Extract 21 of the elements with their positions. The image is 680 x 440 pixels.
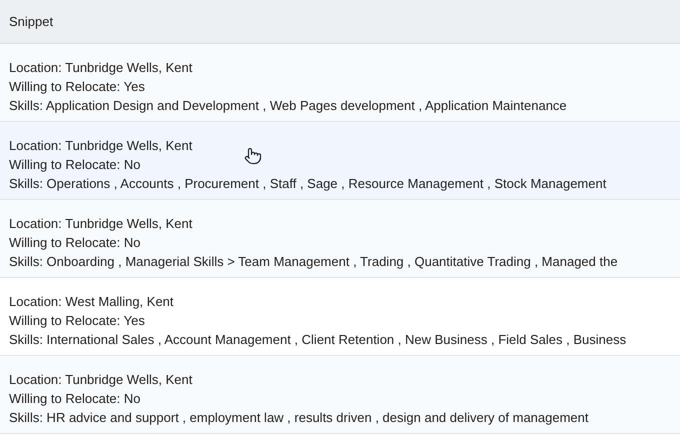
location-text: Location: Tunbridge Wells, Kent [9, 137, 192, 155]
table-row[interactable]: Location: Tunbridge Wells, Kent Willing to Relocate: No Skills: Onboarding , Managerial Skills > Team Management , Trading , Quantitative Trading , Managed the [0, 200, 680, 278]
hand-cursor-icon [244, 146, 262, 166]
table-row[interactable]: Location: Tunbridge Wells, Kent Willing to Relocate: No Skills: Operations , Accounts , Procurement , Staff , Sage , Resource Management , Stock Management [0, 122, 680, 200]
skills-text: Skills: Operations , Accounts , Procurement , Staff , Sage , Resource Management , Stock Management [9, 175, 606, 193]
location-text: Location: Tunbridge Wells, Kent [9, 371, 192, 389]
skills-text: Skills: International Sales , Account Management , Client Retention , New Business , Field Sales , Business [9, 331, 626, 349]
relocate-text: Willing to Relocate: No [9, 156, 140, 174]
skills-text: Skills: Onboarding , Managerial Skills > Team Management , Trading , Quantitative Trading , Managed the [9, 253, 618, 271]
relocate-text: Willing to Relocate: No [9, 390, 140, 408]
table-row[interactable]: Location: Tunbridge Wells, Kent Willing to Relocate: No Skills: HR advice and support , employment law , results driven , design and delivery of management [0, 356, 680, 434]
relocate-text: Willing to Relocate: Yes [9, 312, 145, 330]
location-text: Location: Tunbridge Wells, Kent [9, 215, 192, 233]
relocate-text: Willing to Relocate: No [9, 234, 140, 252]
location-text: Location: Tunbridge Wells, Kent [9, 59, 192, 77]
skills-text: Skills: Application Design and Development , Web Pages development , Application Maintenance [9, 97, 567, 115]
skills-text: Skills: HR advice and support , employment law , results driven , design and delivery of management [9, 409, 589, 427]
relocate-text: Willing to Relocate: Yes [9, 78, 145, 96]
table-row[interactable]: Location: Tunbridge Wells, Kent Willing to Relocate: Yes Skills: Application Design and Development , Web Pages development , Application Maintenance [0, 44, 680, 122]
column-header: Snippet [9, 12, 54, 31]
location-text: Location: West Malling, Kent [9, 293, 174, 311]
